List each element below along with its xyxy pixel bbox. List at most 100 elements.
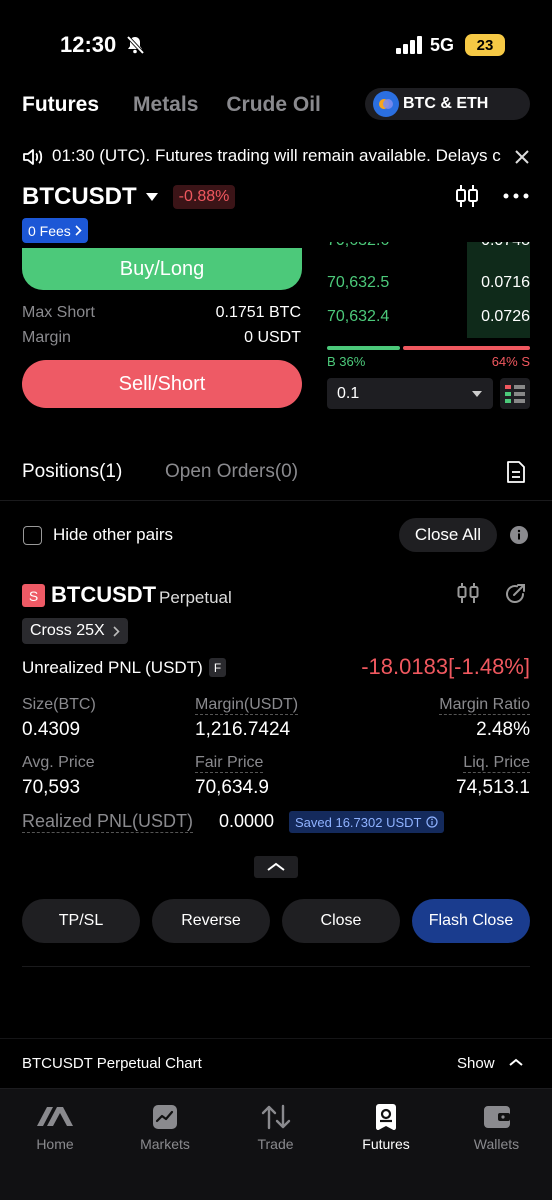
ratio-sell-fill (403, 346, 530, 350)
promo-chip[interactable]: BTC & ETH (365, 88, 530, 120)
pair-symbol[interactable]: BTCUSDT (22, 183, 137, 211)
nav-label-home: Home (36, 1136, 74, 1152)
ratio-buy-fill (327, 346, 400, 350)
orderbook-layout-button[interactable] (500, 378, 530, 409)
nav-item-home[interactable]: Home (0, 1089, 110, 1159)
size-value: 0.4309 (22, 719, 81, 740)
avg-price-label: Avg. Price (22, 754, 95, 771)
status-time: 12:30 (60, 32, 117, 57)
announcement-bar[interactable]: 01:30 (UTC). Futures trading will remain… (0, 140, 552, 174)
chevron-up-icon[interactable] (509, 1058, 523, 1067)
orderbook-bids: 70,632.6 0.0748 70,632.5 0.0716 70,632.4… (327, 242, 530, 338)
nav-item-trade[interactable]: Trade (220, 1089, 331, 1159)
order-history-icon[interactable] (506, 460, 526, 484)
bid-price: 70,632.6 (327, 242, 389, 250)
sell-short-label: Sell/Short (118, 372, 206, 395)
tpsl-button[interactable]: TP/SL (22, 899, 140, 943)
close-announcement-icon[interactable] (514, 149, 530, 165)
tab-open-orders[interactable]: Open Orders(0) (165, 461, 298, 483)
tab-crude-oil[interactable]: Crude Oil (226, 93, 321, 117)
chevron-down-icon (471, 390, 483, 398)
short-side-letter: S (28, 587, 39, 604)
sell-ratio-label: 64% S (491, 354, 530, 369)
orderbook-row[interactable]: 70,632.6 0.0748 (327, 242, 530, 256)
close-position-button[interactable]: Close (282, 899, 400, 943)
announcement-clip: 01:30 (UTC). Futures trading will remain… (52, 146, 506, 170)
sell-short-button[interactable]: Sell/Short (22, 360, 302, 408)
tpsl-label: TP/SL (58, 912, 104, 929)
pair-dropdown-icon[interactable] (145, 192, 159, 202)
reverse-button[interactable]: Reverse (152, 899, 270, 943)
saved-fees-label: Saved 16.7302 USDT (295, 814, 422, 830)
tab-metals[interactable]: Metals (133, 93, 198, 117)
margin-label: Margin (22, 329, 71, 346)
position-chart-icon[interactable] (456, 582, 480, 604)
leverage-chip[interactable]: Cross 25X (22, 618, 128, 644)
tab-futures[interactable]: Futures (22, 93, 99, 117)
tabs-fade (318, 86, 368, 124)
chart-show-label[interactable]: Show (457, 1055, 495, 1072)
fees-badge-label: 0 Fees (28, 222, 71, 239)
more-options-icon[interactable] (503, 193, 529, 199)
position-symbol[interactable]: BTCUSDT (51, 582, 156, 608)
precision-select[interactable]: 0.1 (327, 378, 493, 409)
orderbook-row[interactable]: 70,632.5 0.0716 (327, 274, 530, 298)
wallet-icon (483, 1105, 511, 1129)
share-icon[interactable] (503, 582, 527, 606)
fair-price-badge: F (209, 658, 226, 677)
fees-badge[interactable]: 0 Fees (22, 218, 88, 243)
hide-other-pairs-checkbox[interactable] (23, 526, 42, 545)
fair-price-label[interactable]: Fair Price (195, 754, 264, 773)
pair-header[interactable]: BTCUSDT -0.88% (22, 182, 236, 212)
nav-item-futures[interactable]: Futures (331, 1089, 441, 1159)
liq-price-value: 74,513.1 (456, 777, 530, 798)
margin-ratio-value: 2.48% (476, 719, 530, 740)
close-all-button[interactable]: Close All (399, 518, 497, 552)
network-label: 5G (430, 35, 455, 55)
short-side-badge: S (22, 584, 45, 607)
divider (0, 500, 552, 501)
home-icon (36, 1105, 74, 1127)
collapse-button[interactable] (254, 856, 298, 878)
hide-other-pairs-label[interactable]: Hide other pairs (53, 525, 173, 545)
bid-qty: 0.0716 (481, 274, 530, 291)
close-position-label: Close (320, 912, 362, 929)
bid-qty: 0.0726 (481, 308, 530, 325)
flash-close-label: Flash Close (428, 912, 514, 929)
nav-label-futures: Futures (362, 1136, 410, 1152)
precision-value: 0.1 (337, 384, 360, 402)
futures-icon (374, 1103, 398, 1131)
tab-positions[interactable]: Positions(1) (22, 461, 122, 483)
chevron-right-icon (75, 225, 82, 236)
status-bar: 12:30 5G 23 (0, 0, 552, 80)
fair-price-badge-letter: F (213, 660, 222, 675)
position-type: Perpetual (159, 588, 232, 607)
pair-change-badge: -0.88% (172, 185, 236, 209)
margin-usdt-label[interactable]: Margin(USDT) (195, 696, 299, 715)
flash-close-button[interactable]: Flash Close (412, 899, 530, 943)
realized-pnl-value: 0.0000 (219, 811, 275, 831)
margin-ratio-label[interactable]: Margin Ratio (439, 696, 530, 715)
realized-pnl-label[interactable]: Realized PNL(USDT) (22, 811, 194, 833)
info-icon[interactable] (510, 526, 528, 544)
bottom-nav: Home Markets Trade Futures Wallets (0, 1088, 552, 1200)
nav-item-wallets[interactable]: Wallets (441, 1089, 552, 1159)
unrealized-pnl-label: Unrealized PNL (USDT) (22, 658, 203, 677)
info-small-icon (426, 816, 439, 828)
orderbook-row[interactable]: 70,632.4 0.0726 (327, 308, 530, 332)
chart-toggle-bar[interactable]: BTCUSDT Perpetual Chart Show (0, 1038, 552, 1088)
chevron-right-icon (113, 625, 120, 637)
buy-long-label: Buy/Long (119, 257, 205, 280)
markets-icon (152, 1104, 178, 1130)
bid-qty: 0.0748 (481, 242, 530, 250)
saved-fees-badge[interactable]: Saved 16.7302 USDT (289, 811, 445, 833)
buy-long-button[interactable]: Buy/Long (22, 248, 302, 290)
bid-price: 70,632.5 (327, 274, 390, 291)
candlestick-icon[interactable] (454, 184, 480, 208)
silent-mode-icon (124, 34, 146, 56)
nav-item-markets[interactable]: Markets (110, 1089, 220, 1159)
liq-price-label[interactable]: Liq. Price (463, 754, 530, 773)
coin-icon (373, 91, 399, 117)
position-card: S BTCUSDT Perpetual Cross 25X Unrealized… (0, 575, 552, 835)
margin-usdt-value: 1,216.7424 (195, 719, 291, 740)
